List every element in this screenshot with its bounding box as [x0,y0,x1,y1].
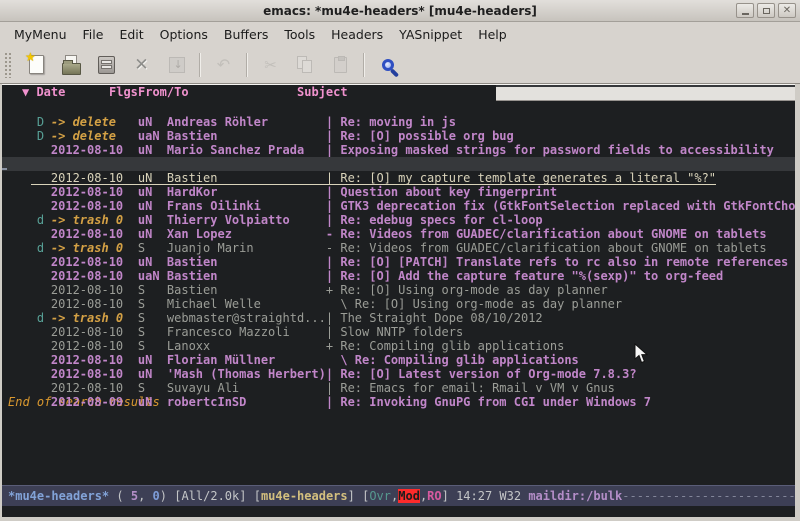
minimize-icon [742,13,749,15]
open-file-button[interactable] [54,50,89,80]
modeline-segment: ] [348,489,362,503]
open-folder-icon [62,63,81,75]
new-file-button[interactable]: ★ [19,50,54,80]
menu-item-mymenu[interactable]: MyMenu [6,24,75,45]
modeline-segment: mu4e-headers [261,489,348,503]
star-icon: ★ [25,50,36,64]
message-row[interactable]: 2012-08-09uNrobertcInSD| Re: Invoking Gn… [2,381,795,395]
paste-button [323,50,358,80]
message-row[interactable]: 2012-08-10uNBastien| Re: [O] Birthdays, … [2,143,795,157]
save-buffer-button [159,50,194,80]
message-row[interactable]: 2012-08-10SFrancesco Mazzoli| Slow NNTP … [2,311,795,325]
close-icon: ✕ [783,6,791,16]
maximize-icon [763,8,770,14]
message-row[interactable]: 2012-08-10SSuvayu Ali| Re: Emacs for ema… [2,367,795,381]
modeline-segment: ] [442,489,456,503]
toolbar-separator [363,53,365,77]
date-cell: 2012-08-09 [51,395,138,409]
message-row[interactable]: 2012-08-10uNBastien| Re: [O] my capture … [2,157,795,171]
message-row[interactable]: 2012-08-10uNHardKor| Question about key … [2,171,795,185]
from-cell: robertcInSD [167,395,326,409]
modeline-segment: ) [160,489,174,503]
menu-item-yasnippet[interactable]: YASnippet [391,24,470,45]
message-row[interactable]: 2012-08-10uNXan Lopez- Re: Videos from G… [2,213,795,227]
column-header-from[interactable]: From/To [138,85,297,101]
window-title: emacs: *mu4e-headers* [mu4e-headers] [0,4,800,18]
modeline-segment: maildir:/bulk [528,489,622,503]
mark-cell [37,395,51,409]
menu-bar: MyMenuFileEditOptionsBuffersToolsHeaders… [0,22,800,46]
maximize-button[interactable] [757,3,775,18]
message-row[interactable]: D-> deleteuNAndreas Röhler| Re: moving i… [2,101,795,115]
message-row[interactable]: d-> trash 0uNThierry Volpiatto| Re: edeb… [2,199,795,213]
message-row[interactable]: 2012-08-10uNFrans Oilinki| GTK3 deprecat… [2,185,795,199]
modeline-segment: RO [427,489,441,503]
tool-bar: ★ ✕ ↶ ✂ [0,46,800,84]
undo-icon: ↶ [217,55,230,74]
message-row[interactable]: d-> trash 0SJuanjo Marin- Re: Videos fro… [2,227,795,241]
window-buttons: ✕ [736,3,796,18]
search-button[interactable] [370,50,405,80]
message-row[interactable]: 2012-08-10uN'Mash (Thomas Herbert)| Re: … [2,353,795,367]
column-header-date[interactable]: ▼ Date [22,85,109,101]
modeline-segment: [ [254,489,261,503]
fringe-cursor-indicator [2,168,7,170]
window-border [0,517,800,519]
menu-item-edit[interactable]: Edit [111,24,151,45]
modeline-segment: 0 [153,489,160,503]
message-list: D-> deleteuNAndreas Röhler| Re: moving i… [2,101,795,395]
modeline-segment: [All/2.0k] [174,489,253,503]
modeline-segment: ( [109,489,131,503]
message-row[interactable]: 2012-08-10uNMario Sanchez Prada| Exposin… [2,129,795,143]
column-header-subject[interactable]: Subject [297,85,348,101]
menu-item-help[interactable]: Help [470,24,515,45]
message-row[interactable]: D-> deleteuaNBastien| Re: [O] possible o… [2,115,795,129]
message-row[interactable]: 2012-08-10SMichael Welle \ Re: [O] Using… [2,283,795,297]
message-row[interactable]: d-> trash 0Swebmaster@straightd...| The … [2,297,795,311]
menu-item-buffers[interactable]: Buffers [216,24,276,45]
close-x-icon: ✕ [134,55,148,75]
clipboard-icon [334,57,347,73]
save-icon [169,57,185,73]
title-bar[interactable]: emacs: *mu4e-headers* [mu4e-headers] ✕ [0,0,800,22]
header-line-filler [496,85,795,101]
toolbar-separator [246,53,248,77]
modeline-segment: , [138,489,152,503]
message-row[interactable]: 2012-08-10SLanoxx+ Re: Compiling glib ap… [2,325,795,339]
kill-buffer-button[interactable]: ✕ [124,50,159,80]
mu4e-headers-buffer: ▼ DateFlgsFrom/ToSubject D-> deleteuNAnd… [2,84,795,517]
mouse-cursor [634,343,648,364]
minimize-button[interactable] [736,3,754,18]
menu-item-options[interactable]: Options [152,24,216,45]
file-cabinet-icon [98,56,115,74]
menu-item-file[interactable]: File [75,24,112,45]
copy-button [288,50,323,80]
modeline-segment: 5 [131,489,138,503]
close-button[interactable]: ✕ [778,3,796,18]
toolbar-grip[interactable] [4,52,12,78]
toolbar-separator [199,53,201,77]
flags-cell: uN [138,395,167,409]
modeline-segment: -------------------------------- [622,489,795,503]
header-line: ▼ DateFlgsFrom/ToSubject [2,85,795,101]
subject-cell: | Re: Invoking GnuPG from CGI under Wind… [326,395,651,409]
mode-line: *mu4e-headers* ( 5, 0) [All/2.0k] [mu4e-… [2,485,795,506]
menu-item-headers[interactable]: Headers [323,24,391,45]
undo-button: ↶ [206,50,241,80]
message-row[interactable]: 2012-08-10uNBastien| Re: [O] [PATCH] Tra… [2,241,795,255]
message-row[interactable]: 2012-08-10SBastien+ Re: [O] Using org-mo… [2,269,795,283]
message-row[interactable]: 2012-08-10uNFlorian Müllner \ Re: Compil… [2,339,795,353]
modeline-segment: *mu4e-headers* [8,489,109,503]
echo-area[interactable] [2,506,795,517]
dired-button[interactable] [89,50,124,80]
cut-button: ✂ [253,50,288,80]
message-row[interactable]: 2012-08-10uaNBastien| Re: [O] Add the ca… [2,255,795,269]
modeline-segment: Mod [398,489,420,503]
column-header-flags[interactable]: Flgs [109,85,138,101]
modeline-segment: Ovr [369,489,391,503]
menu-item-tools[interactable]: Tools [276,24,323,45]
modeline-segment: 14:27 W32 [456,489,528,503]
scissors-icon: ✂ [264,56,277,74]
emacs-window: emacs: *mu4e-headers* [mu4e-headers] ✕ M… [0,0,800,521]
